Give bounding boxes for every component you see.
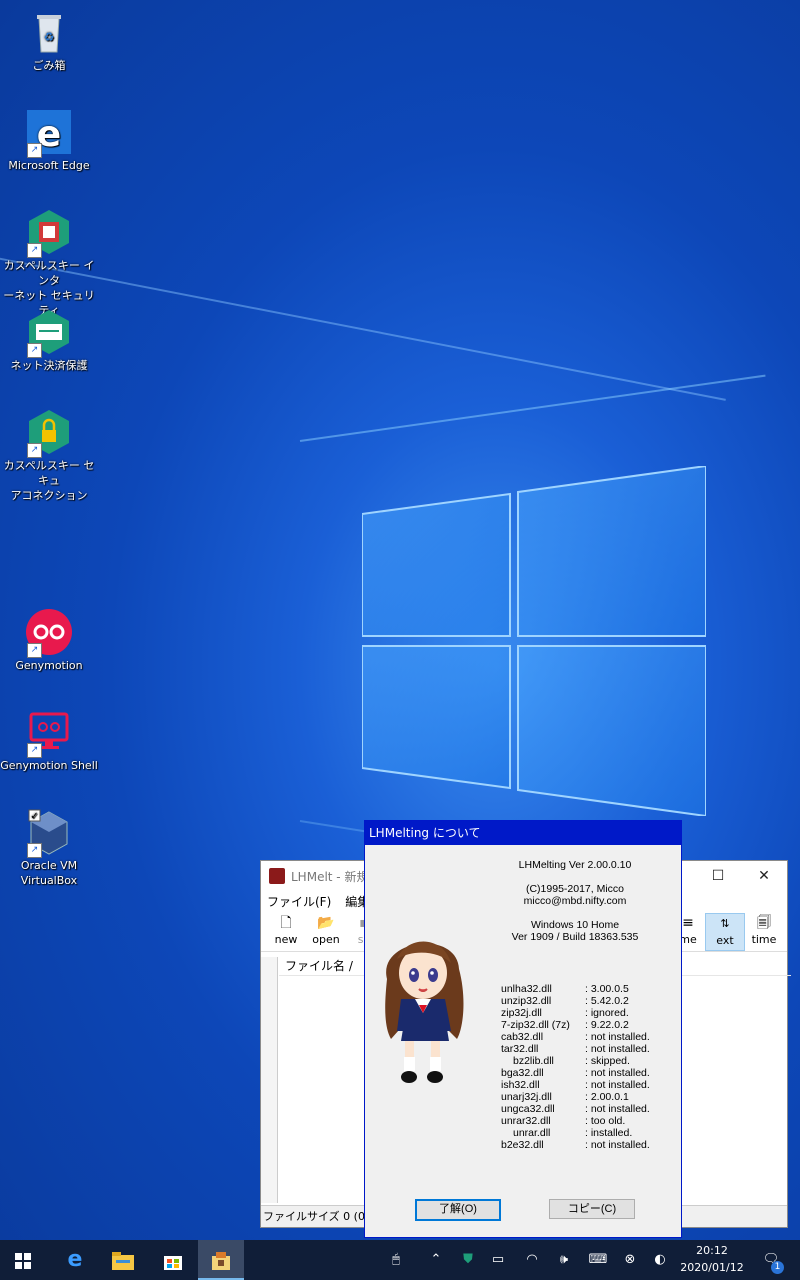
dll-row: b2e32.dll: not installed. [501,1139,650,1151]
dll-row: unrar.dll: installed. [513,1127,633,1139]
version-info: LHMelting Ver 2.00.0.10 (C)1995-2017, Mi… [485,859,665,943]
notification-count-badge: 1 [771,1261,784,1274]
dll-row: tar32.dll: not installed. [501,1043,650,1055]
desktop-icon-genymotion[interactable]: ↗ Genymotion [0,608,98,673]
folder-pane[interactable] [261,957,278,1203]
safe-money-icon: ↗ [25,308,73,358]
dll-row: unlha32.dll: 3.00.0.5 [501,983,629,995]
about-dialog[interactable]: LHMelting について LHMelting Ver 2.00.0.10 (… [364,820,682,1238]
shortcut-arrow-icon: ↗ [27,243,42,258]
taskbar: e 🖱 ⌃ ⛊ ▭ ◠ 🕪 ⌨ ⊗ ◐ 20:12 2020/01/12 🗨 1 [0,1240,800,1280]
ok-button[interactable]: 了解(O) [415,1199,501,1221]
desktop-icon-kaspersky[interactable]: ↗ カスペルスキー インタ ーネット セキュリティ [0,208,98,318]
ime-off-icon[interactable]: ⊗ [614,1240,646,1280]
shortcut-arrow-icon: ↗ [27,443,42,458]
show-hidden-icons-chevron-icon[interactable]: ⌃ [420,1240,452,1280]
virtualbox-icon: ✓ ↗ [25,808,73,858]
os-name: Windows 10 Home [530,919,620,931]
clock-time: 20:12 [696,1244,728,1257]
kaspersky-icon: ↗ [25,208,73,258]
dll-row: bz2lib.dll: skipped. [513,1055,630,1067]
shortcut-arrow-icon: ↗ [27,843,42,858]
shortcut-arrow-icon: ↗ [27,143,42,158]
dll-list: unlha32.dll: 3.00.0.5 unzip32.dll: 5.42.… [501,983,650,1151]
edge-icon: e ↗ [25,108,73,158]
author-email: micco@mbd.nifty.com [523,895,627,907]
wifi-icon[interactable]: ◠ [516,1240,548,1280]
toolbar-time-sort-button[interactable]: 🗐 time [745,913,783,949]
toolbar-ext-sort-button[interactable]: ⇅ ext [705,913,745,951]
dll-row: unzip32.dll: 5.42.0.2 [501,995,629,1007]
recycle-bin-icon: ♻ [25,8,73,56]
genymotion-shell-icon: ↗ [25,708,73,758]
volume-icon[interactable]: 🕪 [548,1240,580,1280]
windows-start-icon [15,1252,31,1269]
sort-time-icon: 🗐 [757,915,771,931]
dll-row: bga32.dll: not installed. [501,1067,650,1079]
shortcut-arrow-icon: ↗ [27,743,42,758]
clock-date: 2020/01/12 [680,1261,744,1274]
dll-row: ungca32.dll: not installed. [501,1103,650,1115]
desktop-icon-virtualbox[interactable]: ✓ ↗ Oracle VM VirtualBox [0,808,98,888]
store-icon [164,1255,182,1270]
main-window-title: LHMelt - 新規 [291,869,369,884]
dll-row: cab32.dll: not installed. [501,1031,650,1043]
dll-row: ish32.dll: not installed. [501,1079,650,1091]
desktop-icon-genymotion-shell[interactable]: ↗ Genymotion Shell [0,708,98,773]
shortcut-arrow-icon: ↗ [27,643,42,658]
dll-row: unarj32j.dll: 2.00.0.1 [501,1091,629,1103]
svg-text:♻: ♻ [44,30,55,44]
dll-row: 7-zip32.dll (7z): 9.22.0.2 [501,1019,629,1031]
wallpaper-beam [0,250,726,401]
secure-connection-icon: ↗ [25,408,73,458]
desktop-icon-secure-connection[interactable]: ↗ カスペルスキー セキュ アコネクション [0,408,98,503]
lhmelt-app-icon [212,1251,230,1270]
menu-file[interactable]: ファイル(F) [267,893,331,910]
taskbar-explorer-button[interactable] [100,1240,146,1280]
kaspersky-tray-icon[interactable]: ⛊ [452,1240,484,1280]
dll-row: unrar32.dll: too old. [501,1115,626,1127]
desktop-icon-safe-money[interactable]: ↗ ネット決済保護 [0,308,98,373]
dll-row: zip32j.dll: ignored. [501,1007,629,1019]
toolbar-open-button[interactable]: 📂 open [307,913,345,949]
copyright: (C)1995-2017, Micco [525,883,625,895]
copy-button[interactable]: コピー(C) [549,1199,635,1219]
open-folder-icon: 📂 [317,915,335,931]
taskbar-lhmelt-button[interactable] [198,1240,244,1280]
maximize-button[interactable]: ☐ [695,861,741,891]
os-build: Ver 1909 / Build 18363.535 [511,931,639,943]
file-explorer-icon [112,1251,134,1270]
genymotion-icon: ↗ [25,608,73,658]
edge-icon: e [67,1247,83,1272]
sort-ext-icon: ⇅ [720,917,730,930]
desktop-icon-edge[interactable]: e ↗ Microsoft Edge [0,108,98,173]
desktop-icon-recycle-bin[interactable]: ♻ ごみ箱 [0,8,98,73]
svg-text:✓: ✓ [30,811,38,822]
ime-mode-icon[interactable]: ◐ [644,1240,676,1280]
lhmelt-app-icon [269,868,285,884]
action-center-button[interactable]: 🗨 1 [754,1240,788,1280]
windows-wallpaper-logo [362,466,706,816]
new-file-icon: 🗋 [280,915,292,931]
battery-icon[interactable]: ▭ [482,1240,514,1280]
taskbar-clock[interactable]: 20:12 2020/01/12 [680,1242,744,1276]
shortcut-arrow-icon: ↗ [27,343,42,358]
about-dialog-title[interactable]: LHMelting について [365,821,681,845]
app-version: LHMelting Ver 2.00.0.10 [518,859,632,871]
taskbar-edge-button[interactable]: e [52,1240,98,1280]
mascot-character-image [385,941,464,1083]
keyboard-icon[interactable]: ⌨ [582,1240,614,1280]
toolbar-new-button[interactable]: 🗋 new [267,913,305,949]
start-button[interactable] [0,1240,46,1280]
close-button[interactable]: ✕ [741,861,787,891]
tray-mouse-icon[interactable]: 🖱 [380,1240,412,1280]
wallpaper-beam [299,374,766,442]
taskbar-store-button[interactable] [150,1240,196,1280]
